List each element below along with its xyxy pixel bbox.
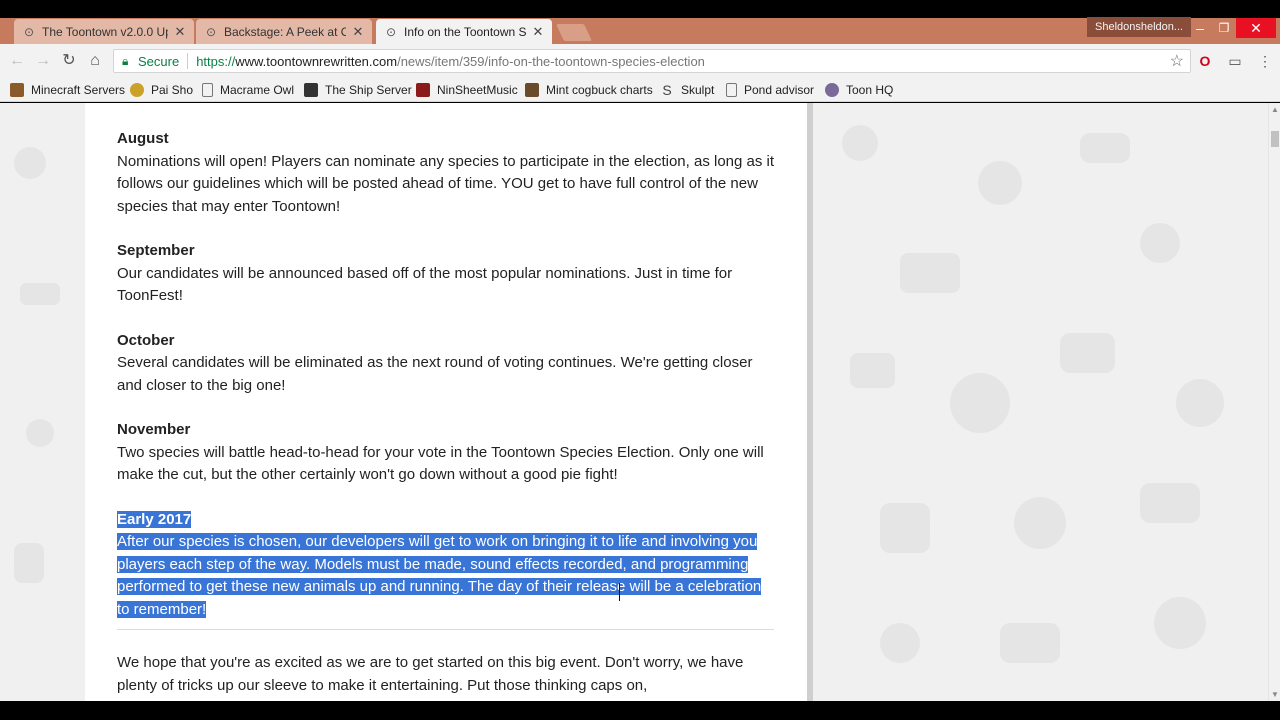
section-text: Nominations will open! Players can nomin…	[117, 152, 775, 215]
section-heading: November	[117, 421, 191, 438]
selected-heading: Early 2017	[117, 510, 192, 528]
section-heading: Early 2017	[117, 509, 777, 532]
ttr-icon: ⊙	[23, 25, 35, 39]
close-window-icon[interactable]: ✕	[1236, 18, 1276, 38]
bookmark-pond-advisor[interactable]: Pond advisor	[726, 81, 814, 99]
web-page: August Nominations will open! Players ca…	[0, 103, 1268, 701]
bookmark-mint-cogbuck-charts[interactable]: Mint cogbuck charts	[525, 81, 653, 99]
home-icon[interactable]: ⌂	[86, 52, 104, 70]
url-host: www.toontownrewritten.com	[235, 53, 398, 69]
url-scheme: https://	[196, 53, 236, 69]
closing-paragraph: We hope that you're as excited as we are…	[117, 654, 744, 694]
address-bar[interactable]: 🔒︎ Secure https://www.toontownrewritten.…	[113, 49, 1191, 73]
ttr-icon: ⊙	[385, 25, 397, 39]
section-text: Two species will battle head-to-head for…	[117, 443, 764, 484]
page-icon	[202, 83, 213, 97]
bookmark-icon	[416, 83, 430, 97]
page-divider	[807, 103, 813, 701]
bookmarks-bar: Minecraft Servers Pai Sho Macrame Owl Th…	[0, 78, 1280, 102]
bookmark-icon	[525, 83, 539, 97]
tab-title: The Toontown v2.0.0 Up	[42, 25, 168, 39]
back-icon[interactable]: ←	[8, 52, 26, 70]
bookmark-label: Macrame Owl	[220, 83, 295, 97]
secure-label: Secure	[138, 53, 180, 69]
toolbar: ← → ↻ ⌂ 🔒︎ Secure https://www.toontownre…	[0, 44, 1280, 78]
close-icon[interactable]: ✕	[532, 24, 544, 40]
bookmark-label: Minecraft Servers	[31, 83, 126, 97]
bookmark-label: The Ship Server	[325, 83, 412, 97]
bookmark-icon	[825, 83, 839, 97]
bookmark-label: Pond advisor	[744, 83, 815, 97]
tab-1[interactable]: ⊙ The Toontown v2.0.0 Up ✕	[14, 19, 194, 45]
bookmark-icon	[304, 83, 318, 97]
bookmark-icon	[10, 83, 24, 97]
bookmark-label: NinSheetMusic	[437, 83, 518, 97]
scroll-down-arrow-icon[interactable]: ▼	[1271, 690, 1279, 699]
profile-button[interactable]: Sheldonsheldon...	[1087, 17, 1192, 37]
bookmark-skulpt[interactable]: S Skulpt	[660, 81, 714, 99]
page-icon	[726, 83, 737, 97]
section-heading: October	[117, 331, 175, 349]
scroll-up-arrow-icon[interactable]: ▲	[1271, 105, 1279, 114]
bookmark-pai-sho[interactable]: Pai Sho	[130, 81, 193, 99]
tab-2[interactable]: ⊙ Backstage: A Peek at Ou ✕	[196, 19, 372, 45]
section-text: Several candidates will be eliminated as…	[117, 354, 753, 394]
schedule-section-october: October Several candidates will be elimi…	[117, 330, 777, 398]
bookmark-label: Mint cogbuck charts	[546, 83, 653, 97]
bottom-edge	[0, 701, 1280, 720]
skulpt-icon: S	[662, 82, 672, 98]
opera-icon[interactable]: O	[1196, 52, 1214, 70]
omnibox-separator	[187, 53, 189, 69]
page-scrollbar[interactable]: ▲ ▼	[1268, 103, 1280, 701]
cast-icon[interactable]: ▭	[1226, 52, 1244, 70]
bookmark-label: Skulpt	[681, 83, 715, 97]
text-cursor	[619, 583, 621, 601]
tab-title: Backstage: A Peek at Ou	[224, 25, 346, 39]
bookmark-label: Toon HQ	[846, 83, 894, 97]
schedule-section-november: November Two species will battle head-to…	[117, 419, 777, 487]
schedule-section-august: August Nominations will open! Players ca…	[117, 128, 777, 218]
tab-title: Info on the Toontown Sp	[404, 25, 526, 39]
section-text: Our candidates will be announced based o…	[117, 264, 733, 305]
close-icon[interactable]: ✕	[174, 24, 186, 40]
bookmark-minecraft-servers[interactable]: Minecraft Servers	[10, 81, 125, 99]
bookmark-macrame-owl[interactable]: Macrame Owl	[202, 81, 294, 99]
article-content: August Nominations will open! Players ca…	[117, 128, 777, 697]
forward-icon[interactable]: →	[34, 52, 52, 70]
schedule-section-early-2017-selected: Early 2017 After our species is chosen, …	[117, 509, 777, 622]
bookmark-the-ship-server[interactable]: The Ship Server	[304, 81, 412, 99]
reload-icon[interactable]: ↻	[60, 52, 78, 70]
lock-icon: 🔒︎	[122, 53, 129, 68]
bookmark-icon	[130, 83, 144, 97]
close-icon[interactable]: ✕	[352, 24, 364, 40]
bookmark-toon-hq[interactable]: Toon HQ	[825, 81, 893, 99]
section-heading: September	[117, 242, 195, 259]
schedule-section-september: September Our candidates will be announc…	[117, 240, 777, 308]
tab-3-active[interactable]: ⊙ Info on the Toontown Sp ✕	[376, 19, 552, 45]
section-heading: August	[117, 130, 169, 147]
scrollbar-thumb[interactable]	[1271, 131, 1279, 147]
ttr-icon: ⊙	[205, 25, 217, 39]
bookmark-label: Pai Sho	[151, 83, 194, 97]
url-path: /news/item/359/info-on-the-toontown-spec…	[397, 53, 705, 69]
url-text[interactable]: https://www.toontownrewritten.com/news/i…	[196, 54, 705, 69]
section-text: After our species is chosen, our develop…	[117, 531, 777, 621]
bookmark-star-icon[interactable]: ☆	[1170, 51, 1184, 71]
tab-strip: ⊙ The Toontown v2.0.0 Up ✕ ⊙ Backstage: …	[0, 0, 1280, 45]
article-divider	[117, 629, 774, 630]
bookmark-ninsheetmusic[interactable]: NinSheetMusic	[416, 81, 518, 99]
menu-icon[interactable]: ⋮	[1256, 52, 1274, 70]
selected-text: After our species is chosen, our develop…	[117, 533, 762, 618]
